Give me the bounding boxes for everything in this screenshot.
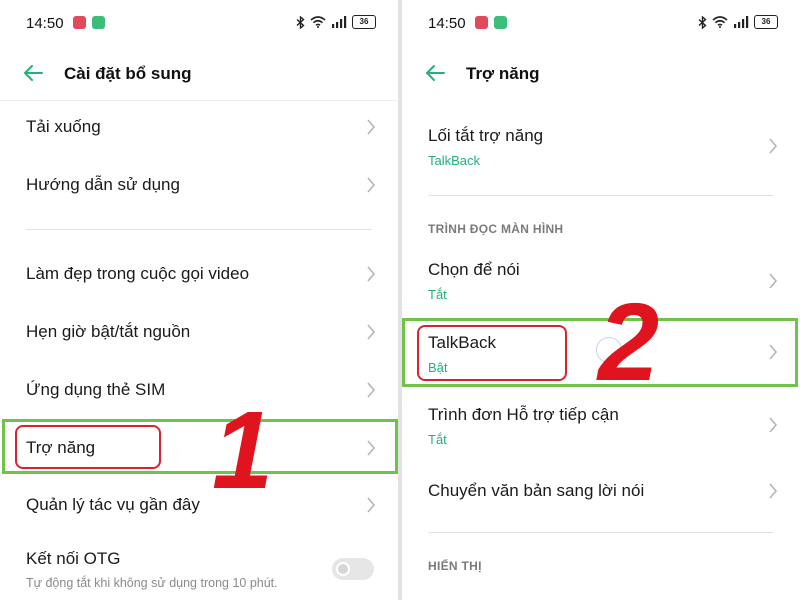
- chevron-right-icon: [367, 119, 376, 135]
- back-arrow-icon[interactable]: [424, 62, 446, 89]
- page-title: Trợ năng: [466, 64, 540, 83]
- menu-item-text-to-speech[interactable]: Chuyển văn bản sang lời nói: [402, 464, 800, 518]
- menu-item-sim-toolkit[interactable]: Ứng dụng thẻ SIM: [0, 362, 398, 416]
- menu-item-label: Lối tắt trợ năng: [428, 126, 544, 145]
- menu-item-label: Hẹn giờ bật/tắt nguồn: [26, 322, 191, 341]
- chevron-right-icon: [769, 483, 778, 499]
- chevron-right-icon: [769, 417, 778, 433]
- highlight-red-box: [417, 325, 567, 381]
- menu-item-subtitle: Tự động tắt khi không sử dụng trong 10 p…: [26, 576, 278, 590]
- menu-item-label: Kết nối OTG: [26, 549, 121, 568]
- chevron-right-icon: [769, 138, 778, 154]
- menu-item-subtitle: TalkBack: [428, 153, 481, 168]
- section-header-display: HIỂN THỊ: [428, 559, 482, 573]
- section-header-screen-reader: TRÌNH ĐỌC MÀN HÌNH: [428, 222, 564, 236]
- section-divider: [428, 532, 774, 533]
- chevron-right-icon: [367, 324, 376, 340]
- wifi-icon: [712, 16, 728, 28]
- highlight-red-box: [15, 425, 161, 469]
- menu-item-label: Chuyển văn bản sang lời nói: [428, 481, 645, 500]
- battery-icon: 36: [754, 15, 778, 29]
- battery-icon: 36: [352, 15, 376, 29]
- bluetooth-icon: [698, 15, 707, 29]
- menu-item-downloads[interactable]: Tải xuống: [0, 100, 398, 154]
- toggle-knob: [336, 562, 350, 576]
- notification-app-icon: [475, 16, 488, 29]
- menu-item-recent-tasks[interactable]: Quản lý tác vụ gần đây: [0, 478, 398, 532]
- back-arrow-icon[interactable]: [22, 62, 44, 89]
- signal-icon: [332, 16, 347, 28]
- section-divider: [26, 229, 372, 230]
- chevron-right-icon: [367, 382, 376, 398]
- menu-item-label: Chọn để nói: [428, 260, 520, 279]
- menu-item-label: Tải xuống: [26, 117, 101, 136]
- menu-item-accessibility-shortcut[interactable]: Lối tắt trợ năng TalkBack: [402, 112, 800, 182]
- menu-item-user-guide[interactable]: Hướng dẫn sử dụng: [0, 158, 398, 212]
- menu-item-scheduled-power[interactable]: Hẹn giờ bật/tắt nguồn: [0, 304, 398, 358]
- chevron-right-icon: [367, 266, 376, 282]
- status-bar: 14:50 36: [402, 0, 800, 48]
- menu-item-video-call-beauty[interactable]: Làm đẹp trong cuộc gọi video: [0, 246, 398, 300]
- status-time: 14:50: [26, 15, 64, 32]
- signal-icon: [734, 16, 749, 28]
- right-screen: 14:50 36 Trợ năng Lối tắt trợ năng TalkB…: [402, 0, 800, 600]
- menu-item-subtitle: Tắt: [428, 287, 447, 302]
- page-title: Cài đặt bổ sung: [64, 64, 192, 83]
- notification-app-icon: [494, 16, 507, 29]
- menu-item-label: Hướng dẫn sử dụng: [26, 175, 180, 194]
- chevron-right-icon: [769, 273, 778, 289]
- notification-app-icon: [92, 16, 105, 29]
- chevron-right-icon: [367, 497, 376, 513]
- step-number-2: 2: [598, 281, 660, 404]
- menu-item-label: Làm đẹp trong cuộc gọi video: [26, 264, 250, 283]
- bluetooth-icon: [296, 15, 305, 29]
- menu-item-label: Quản lý tác vụ gần đây: [26, 495, 200, 514]
- menu-item-label: Ứng dụng thẻ SIM: [26, 380, 166, 399]
- status-bar: 14:50 36: [0, 0, 398, 48]
- status-icons: 36: [698, 15, 778, 29]
- left-screen: 14:50 36 Cài đặt bổ sung Tải xuống Hướng…: [0, 0, 398, 600]
- app-bar: Cài đặt bổ sung: [0, 52, 398, 98]
- menu-item-subtitle: Tắt: [428, 432, 447, 447]
- otg-toggle[interactable]: [332, 558, 374, 580]
- status-icons: 36: [296, 15, 376, 29]
- step-number-1: 1: [212, 389, 274, 512]
- section-divider: [428, 195, 774, 196]
- chevron-right-icon: [367, 177, 376, 193]
- status-time: 14:50: [428, 15, 466, 32]
- notification-app-icon: [73, 16, 86, 29]
- app-bar: Trợ năng: [402, 52, 800, 98]
- wifi-icon: [310, 16, 326, 28]
- menu-item-otg[interactable]: Kết nối OTG Tự động tắt khi không sử dụn…: [0, 536, 398, 600]
- menu-item-label: Trình đơn Hỗ trợ tiếp cận: [428, 405, 619, 424]
